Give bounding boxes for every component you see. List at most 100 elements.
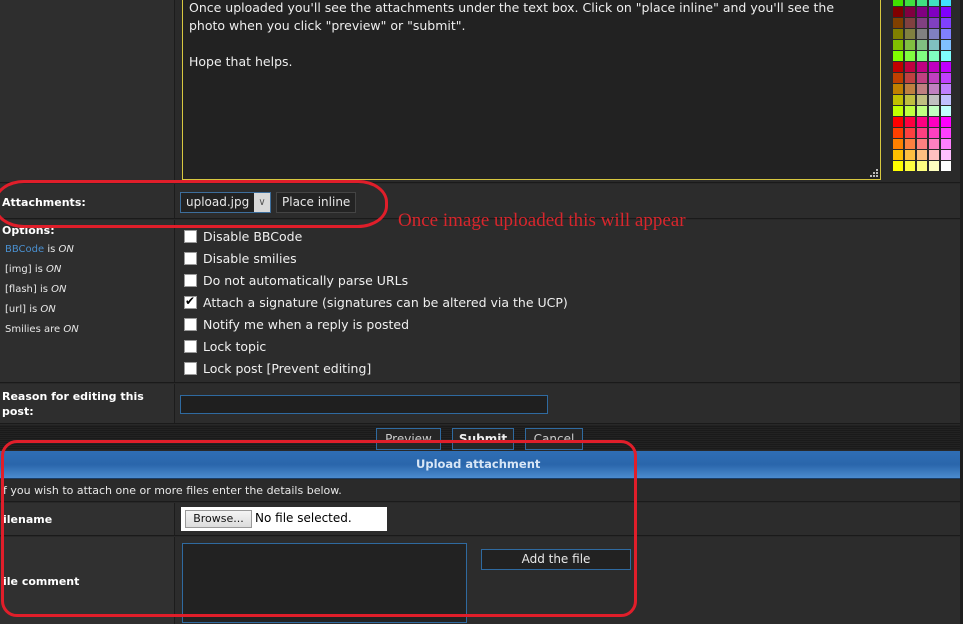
color-swatch[interactable] — [905, 117, 915, 127]
attachment-select[interactable]: upload.jpg ∨ — [180, 192, 271, 213]
color-swatch[interactable] — [905, 7, 915, 17]
option-lock-topic[interactable]: Lock topic — [184, 338, 266, 354]
color-swatch[interactable] — [905, 51, 915, 61]
color-swatch[interactable] — [941, 84, 951, 94]
checkbox[interactable] — [184, 361, 197, 375]
option-attach-signature[interactable]: Attach a signature (signatures can be al… — [184, 294, 568, 310]
checkbox[interactable] — [184, 251, 197, 265]
color-swatch[interactable] — [941, 95, 951, 105]
color-swatch[interactable] — [929, 0, 939, 6]
option-lock-post[interactable]: Lock post [Prevent editing] — [184, 360, 371, 376]
color-swatch[interactable] — [893, 95, 903, 105]
option-no-parse-urls[interactable]: Do not automatically parse URLs — [184, 272, 408, 288]
color-swatch[interactable] — [941, 18, 951, 28]
color-swatch[interactable] — [917, 51, 927, 61]
color-swatch[interactable] — [917, 29, 927, 39]
color-swatch[interactable] — [893, 18, 903, 28]
checkbox[interactable] — [184, 317, 197, 331]
color-swatch[interactable] — [893, 150, 903, 160]
color-swatch[interactable] — [893, 51, 903, 61]
color-swatch[interactable] — [941, 73, 951, 83]
bbcode-link[interactable]: BBCode — [5, 244, 44, 255]
color-swatch[interactable] — [929, 95, 939, 105]
color-swatch[interactable] — [941, 161, 951, 171]
color-swatch[interactable] — [929, 150, 939, 160]
color-swatch[interactable] — [941, 7, 951, 17]
color-swatch[interactable] — [893, 73, 903, 83]
color-swatch[interactable] — [941, 106, 951, 116]
color-swatch[interactable] — [893, 139, 903, 149]
color-swatch[interactable] — [941, 51, 951, 61]
file-input[interactable]: Browse... No file selected. — [181, 507, 387, 531]
color-swatch[interactable] — [941, 117, 951, 127]
color-swatch[interactable] — [929, 128, 939, 138]
color-swatch[interactable] — [941, 139, 951, 149]
color-swatch[interactable] — [917, 106, 927, 116]
color-swatch[interactable] — [917, 18, 927, 28]
color-swatch[interactable] — [893, 128, 903, 138]
option-disable-bbcode[interactable]: Disable BBCode — [184, 228, 302, 244]
color-swatch[interactable] — [893, 0, 903, 6]
checkbox-checked[interactable] — [184, 294, 197, 309]
color-swatch[interactable] — [941, 0, 951, 6]
color-swatch[interactable] — [893, 161, 903, 171]
color-swatch[interactable] — [929, 7, 939, 17]
color-swatch[interactable] — [917, 161, 927, 171]
color-swatch[interactable] — [893, 117, 903, 127]
color-swatch[interactable] — [917, 117, 927, 127]
color-swatch[interactable] — [893, 62, 903, 72]
color-swatch[interactable] — [905, 0, 915, 6]
color-swatch[interactable] — [893, 40, 903, 50]
message-textarea[interactable]: Once uploaded you'll see the attachments… — [182, 0, 881, 180]
file-comment-textarea[interactable] — [182, 543, 467, 623]
browse-button[interactable]: Browse... — [185, 510, 252, 528]
color-swatch[interactable] — [905, 18, 915, 28]
submit-button[interactable]: Submit — [452, 428, 514, 450]
color-swatch[interactable] — [917, 40, 927, 50]
color-swatch[interactable] — [905, 40, 915, 50]
checkbox[interactable] — [184, 273, 197, 287]
color-swatch[interactable] — [905, 128, 915, 138]
color-swatch[interactable] — [941, 29, 951, 39]
color-swatch[interactable] — [929, 51, 939, 61]
color-swatch[interactable] — [929, 161, 939, 171]
color-swatch[interactable] — [929, 139, 939, 149]
cancel-button[interactable]: Cancel — [525, 428, 583, 450]
chevron-down-icon[interactable]: ∨ — [254, 193, 270, 212]
color-swatch[interactable] — [929, 29, 939, 39]
color-swatch[interactable] — [941, 128, 951, 138]
color-swatch[interactable] — [905, 139, 915, 149]
color-swatch[interactable] — [893, 7, 903, 17]
color-swatch[interactable] — [917, 62, 927, 72]
color-swatch[interactable] — [893, 84, 903, 94]
add-file-button[interactable]: Add the file — [481, 549, 631, 570]
checkbox[interactable] — [184, 339, 197, 353]
color-swatch[interactable] — [917, 150, 927, 160]
color-swatch[interactable] — [917, 7, 927, 17]
color-swatch[interactable] — [917, 139, 927, 149]
color-swatch[interactable] — [905, 29, 915, 39]
color-swatch[interactable] — [929, 40, 939, 50]
color-swatch[interactable] — [941, 62, 951, 72]
color-swatch[interactable] — [905, 161, 915, 171]
resize-grip-icon[interactable] — [870, 169, 878, 177]
color-swatch[interactable] — [929, 117, 939, 127]
color-swatch[interactable] — [905, 84, 915, 94]
option-disable-smilies[interactable]: Disable smilies — [184, 250, 297, 266]
color-swatch[interactable] — [929, 62, 939, 72]
color-swatch[interactable] — [905, 106, 915, 116]
color-swatch[interactable] — [905, 73, 915, 83]
place-inline-button[interactable]: Place inline — [276, 192, 357, 213]
color-swatch[interactable] — [905, 95, 915, 105]
color-swatch[interactable] — [917, 73, 927, 83]
color-swatch[interactable] — [929, 18, 939, 28]
preview-button[interactable]: Preview — [376, 428, 441, 450]
color-swatch[interactable] — [929, 106, 939, 116]
color-swatch[interactable] — [917, 128, 927, 138]
color-swatch[interactable] — [917, 95, 927, 105]
color-swatch[interactable] — [929, 73, 939, 83]
color-swatch[interactable] — [917, 84, 927, 94]
color-swatch[interactable] — [905, 62, 915, 72]
color-swatch[interactable] — [893, 106, 903, 116]
color-swatch[interactable] — [941, 150, 951, 160]
